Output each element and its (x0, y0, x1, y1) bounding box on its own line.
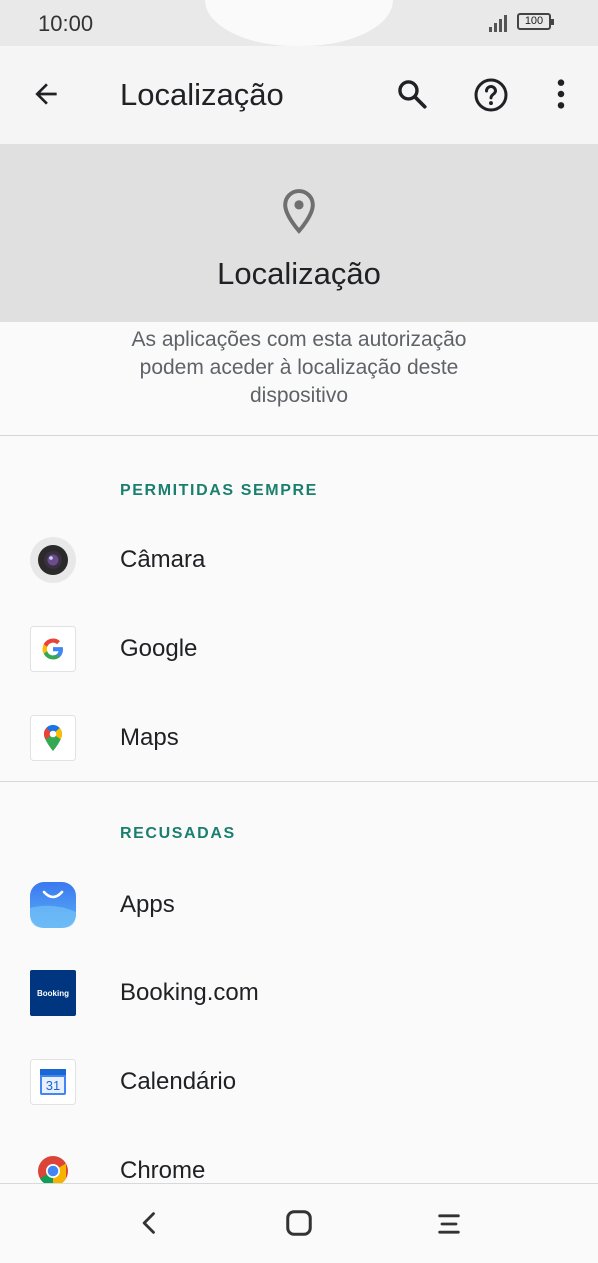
camera-app-icon (30, 537, 76, 583)
app-row-camera[interactable]: Câmara (0, 520, 598, 600)
app-row-booking[interactable]: Booking Booking.com (0, 953, 598, 1033)
location-header: Localização (0, 144, 598, 322)
app-label: Maps (120, 724, 179, 751)
maps-app-icon (30, 715, 76, 761)
app-label: Booking.com (120, 979, 259, 1006)
permission-description: As aplicações com esta autorização podem… (131, 328, 467, 407)
app-row-calendar[interactable]: 31 Calendário (0, 1042, 598, 1122)
navigation-bar (0, 1183, 598, 1263)
app-row-apps[interactable]: Apps (0, 865, 598, 945)
nav-recents-icon[interactable] (434, 1210, 464, 1238)
nav-back-icon[interactable] (136, 1208, 164, 1238)
signal-icon (489, 14, 511, 32)
header-title: Localização (217, 256, 381, 291)
search-icon[interactable] (395, 77, 429, 111)
camera-notch (205, 0, 393, 46)
booking-icon-text: Booking (37, 988, 69, 998)
battery-level: 100 (524, 15, 544, 27)
battery-icon: 100 (517, 13, 554, 30)
calendar-icon-text: 31 (45, 1078, 61, 1093)
divider (0, 781, 598, 782)
app-bar: Localização (0, 46, 598, 144)
booking-app-icon: Booking (30, 970, 76, 1016)
google-app-icon (30, 626, 76, 672)
calendar-app-icon: 31 (30, 1059, 76, 1105)
app-label: Google (120, 635, 198, 662)
app-label: Apps (120, 891, 175, 918)
app-row-google[interactable]: Google (0, 609, 598, 689)
more-options-icon[interactable] (548, 77, 574, 111)
page-title: Localização (120, 77, 284, 112)
nav-home-icon[interactable] (284, 1208, 314, 1238)
help-icon[interactable] (473, 77, 509, 113)
status-bar: 10:00 100 (0, 0, 598, 46)
app-label: Chrome (120, 1157, 206, 1184)
app-label: Câmara (120, 546, 206, 573)
app-label: Calendário (120, 1068, 237, 1095)
back-arrow-icon[interactable] (30, 78, 62, 110)
galaxy-store-icon (30, 882, 76, 928)
section-title-allowed: PERMITIDAS SEMPRE (120, 482, 318, 499)
section-title-denied: RECUSADAS (120, 825, 236, 842)
status-time: 10:00 (38, 11, 94, 36)
divider (0, 435, 598, 436)
location-pin-icon (283, 189, 315, 234)
app-row-maps[interactable]: Maps (0, 698, 598, 778)
